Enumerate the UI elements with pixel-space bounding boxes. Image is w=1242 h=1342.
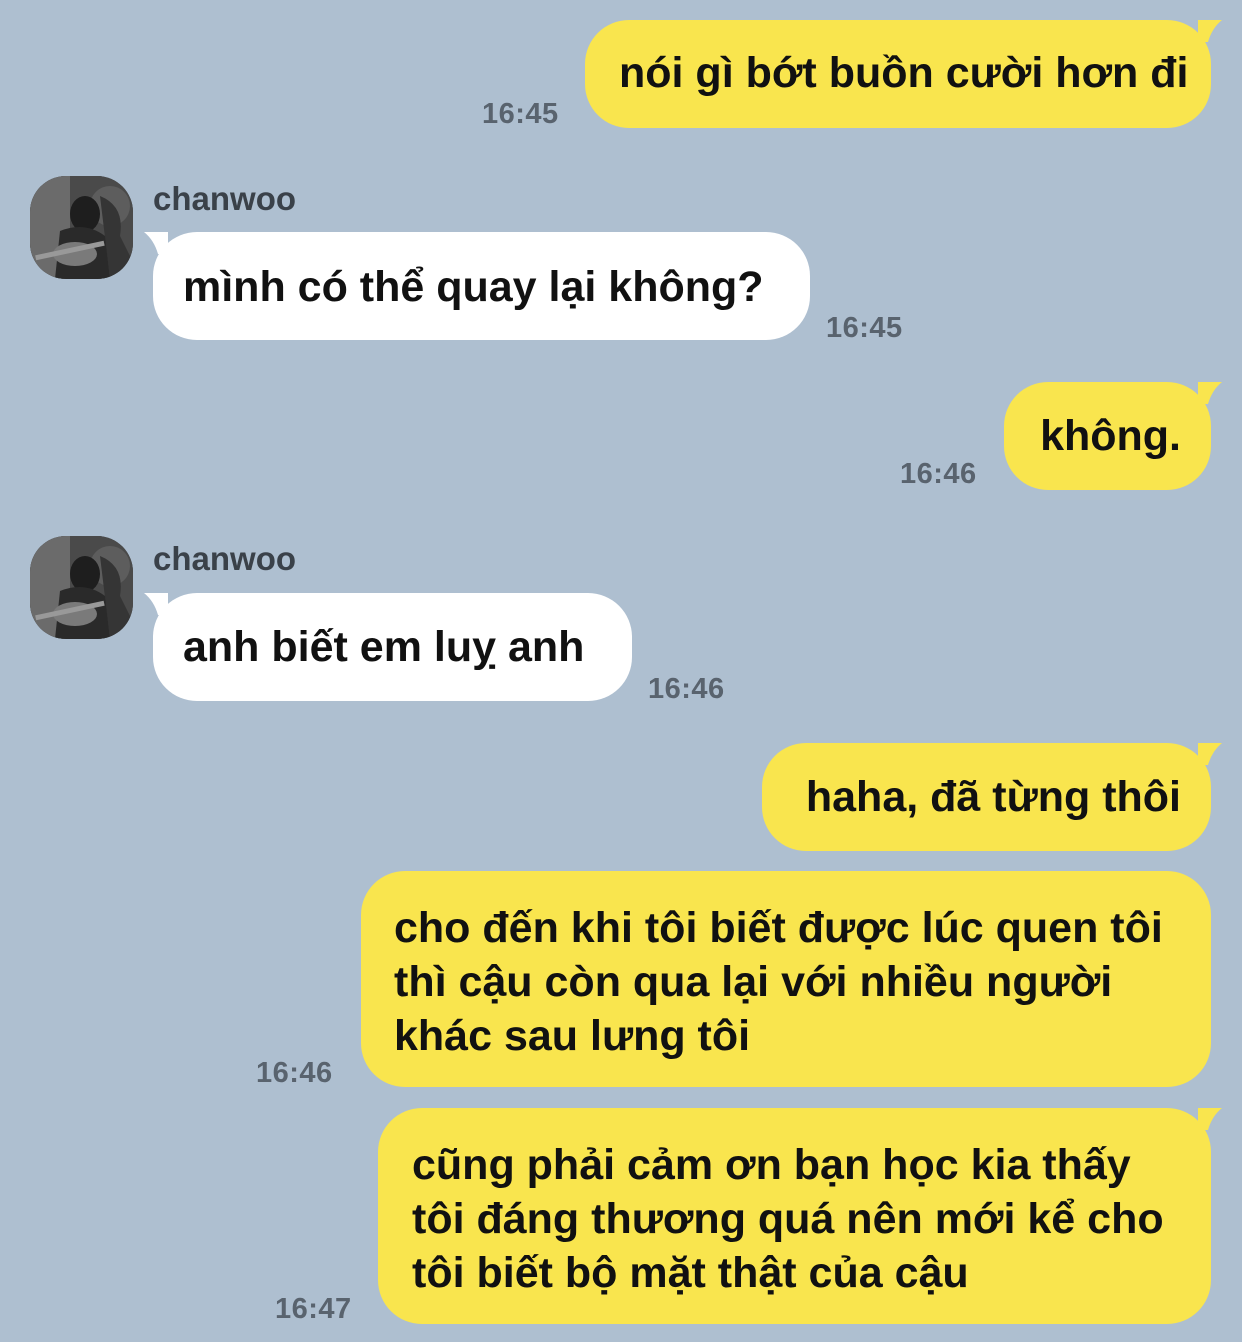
contact-avatar[interactable] [30, 536, 133, 639]
bubble-tail [1198, 382, 1222, 404]
message-timestamp: 16:45 [826, 312, 903, 344]
message-text: cũng phải cảm ơn bạn học kia thấy tôi đá… [412, 1141, 1164, 1297]
sender-name: chanwoo [153, 540, 297, 577]
avatar-photo-icon [30, 176, 133, 279]
my-message-bubble[interactable]: cho đến khi tôi biết được lúc quen tôi t… [361, 871, 1211, 1087]
contact-avatar[interactable] [30, 176, 133, 279]
my-message-bubble[interactable]: không. [1004, 382, 1211, 490]
avatar-photo-icon [30, 536, 133, 639]
message-text: anh biết em luỵ anh [183, 623, 585, 671]
chat-area[interactable]: nói gì bớt buồn cười hơn đi 16:45 chanwo… [0, 0, 1242, 1342]
message-text: cho đến khi tôi biết được lúc quen tôi t… [394, 904, 1163, 1060]
bubble-tail [1198, 1108, 1222, 1130]
my-message-bubble[interactable]: nói gì bớt buồn cười hơn đi [585, 20, 1211, 128]
my-message-bubble[interactable]: haha, đã từng thôi [762, 743, 1211, 851]
my-message-bubble[interactable]: cũng phải cảm ơn bạn học kia thấy tôi đá… [378, 1108, 1211, 1324]
message-timestamp: 16:45 [482, 98, 559, 130]
their-message-bubble[interactable]: mình có thể quay lại không? [153, 232, 810, 340]
message-timestamp: 16:46 [256, 1057, 333, 1089]
their-message-bubble[interactable]: anh biết em luỵ anh [153, 593, 632, 701]
message-text: haha, đã từng thôi [805, 773, 1181, 821]
sender-name: chanwoo [153, 180, 297, 217]
message-timestamp: 16:46 [900, 458, 977, 490]
message-text: mình có thể quay lại không? [183, 263, 764, 311]
message-timestamp: 16:47 [275, 1293, 352, 1325]
message-text: nói gì bớt buồn cười hơn đi [619, 49, 1189, 97]
bubble-tail [1198, 743, 1222, 765]
bubble-tail [1198, 20, 1222, 42]
message-text: không. [1040, 412, 1181, 460]
message-timestamp: 16:46 [648, 673, 725, 705]
